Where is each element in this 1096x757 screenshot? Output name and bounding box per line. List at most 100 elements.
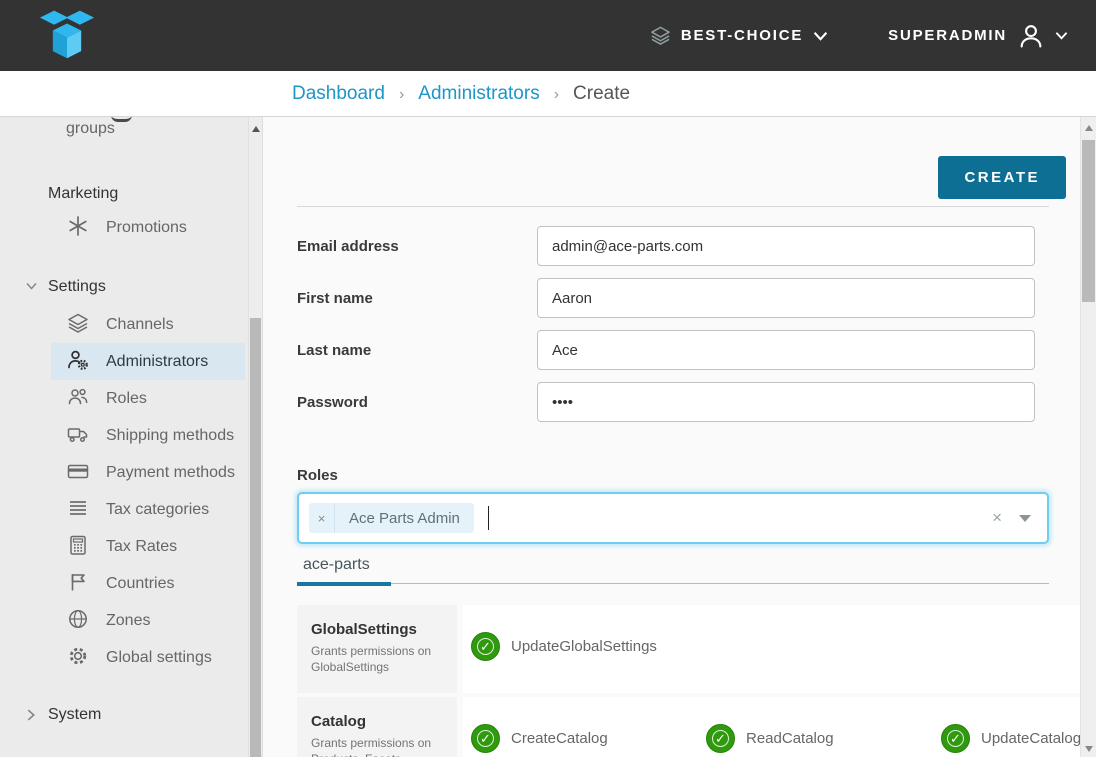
user-menu[interactable]: SUPERADMIN	[888, 22, 1068, 50]
main-scrollbar-thumb[interactable]	[1082, 140, 1095, 302]
permission-granted-toggle[interactable]: ✓	[471, 632, 500, 661]
sidebar-item-countries[interactable]: Countries	[51, 565, 245, 602]
roles-label: Roles	[297, 467, 1080, 484]
sidebar-item-promotions[interactable]: Promotions	[51, 209, 245, 246]
layers-icon	[66, 311, 90, 335]
credit-card-icon	[66, 459, 90, 483]
sidebar-scrollbar-thumb[interactable]	[250, 318, 261, 757]
sidebar-section-system[interactable]: System	[0, 702, 248, 728]
truck-icon	[66, 422, 90, 446]
sidebar-item-global-settings[interactable]: Global settings	[51, 639, 245, 676]
permission-group-name: Catalog	[311, 713, 447, 730]
sidebar-item-zones[interactable]: Zones	[51, 602, 245, 639]
permission-item: ✓ CreateCatalog	[471, 724, 706, 753]
breadcrumb-administrators[interactable]: Administrators	[418, 83, 539, 105]
sidebar-item-label: Administrators	[106, 353, 208, 370]
password-label: Password	[297, 394, 537, 411]
select-controls: ×	[992, 508, 1031, 528]
users-icon	[66, 385, 90, 409]
channel-label: BEST-CHOICE	[681, 27, 803, 44]
create-button[interactable]: CREATE	[938, 156, 1066, 199]
scroll-down-icon[interactable]	[1085, 746, 1093, 752]
permissions-table: GlobalSettings Grants permissions on Glo…	[297, 605, 1080, 757]
table-row: GlobalSettings Grants permissions on Glo…	[297, 605, 1080, 693]
user-gear-icon	[66, 348, 90, 372]
scroll-up-icon[interactable]	[1085, 125, 1093, 131]
breadcrumb-separator: ›	[399, 84, 404, 104]
main-scrollbar[interactable]	[1080, 117, 1096, 757]
sidebar-section-settings[interactable]: Settings	[0, 274, 248, 300]
list-icon	[66, 496, 90, 520]
sidebar-item-label: Channels	[106, 316, 174, 333]
permission-label: UpdateGlobalSettings	[511, 638, 657, 655]
sidebar-section-label: System	[48, 706, 101, 723]
admin-app: BEST-CHOICE SUPERADMIN Dashb	[0, 0, 1096, 757]
sidebar-item-roles[interactable]: Roles	[51, 380, 245, 417]
permission-granted-toggle[interactable]: ✓	[706, 724, 735, 753]
roles-select[interactable]: × Ace Parts Admin ×	[297, 492, 1049, 544]
check-icon: ✓	[715, 732, 726, 745]
globe-icon	[66, 607, 90, 631]
password-input[interactable]	[537, 382, 1035, 422]
sidebar-section-marketing[interactable]: Marketing	[0, 181, 248, 207]
breadcrumb: Dashboard › Administrators › Create	[0, 71, 1096, 117]
channel-tabs: ace-parts	[297, 556, 1049, 584]
form-row-email: Email address	[297, 226, 1080, 266]
asterisk-icon	[66, 214, 90, 238]
permission-group-description: Grants permissions on GlobalSettings	[311, 643, 447, 675]
sidebar-item-label: Countries	[106, 575, 174, 592]
permission-granted-toggle[interactable]: ✓	[471, 724, 500, 753]
sidebar-item-shipping-methods[interactable]: Shipping methods	[51, 417, 245, 454]
sidebar-item-tax-rates[interactable]: Tax Rates	[51, 528, 245, 565]
sidebar-item-label: Zones	[106, 612, 150, 629]
permission-group-header: GlobalSettings Grants permissions on Glo…	[297, 605, 457, 693]
permission-group-description: Grants permissions on Products, Facets	[311, 735, 447, 757]
chevron-down-icon	[813, 31, 828, 41]
first-name-input[interactable]	[537, 278, 1035, 318]
table-row: Catalog Grants permissions on Products, …	[297, 697, 1080, 757]
sidebar-item-payment-methods[interactable]: Payment methods	[51, 454, 245, 491]
permission-item: ✓ UpdateCatalog	[941, 724, 1080, 753]
sidebar-item-label: Payment methods	[106, 464, 235, 481]
text-caret	[488, 506, 489, 530]
check-icon: ✓	[950, 732, 961, 745]
top-bar: BEST-CHOICE SUPERADMIN	[0, 0, 1096, 71]
sidebar-item-label: Tax categories	[106, 501, 209, 518]
permission-group-header: Catalog Grants permissions on Products, …	[297, 697, 457, 757]
user-label: SUPERADMIN	[888, 27, 1007, 44]
email-input[interactable]	[537, 226, 1035, 266]
clear-icon[interactable]: ×	[992, 508, 1002, 528]
calculator-icon	[66, 533, 90, 557]
tab-ace-parts[interactable]: ace-parts	[303, 556, 370, 583]
permission-group-body: ✓ UpdateGlobalSettings	[463, 605, 1080, 693]
chevron-down-icon	[1055, 31, 1068, 40]
last-name-label: Last name	[297, 342, 537, 359]
sidebar-scrollbar[interactable]	[248, 117, 262, 757]
gear-icon	[66, 644, 90, 668]
top-bar-right: BEST-CHOICE SUPERADMIN	[650, 22, 1068, 50]
chevron-right-icon	[26, 709, 36, 721]
sidebar-item-tax-categories[interactable]: Tax categories	[51, 491, 245, 528]
last-name-input[interactable]	[537, 330, 1035, 370]
sidebar-item-label: Shipping methods	[106, 427, 234, 444]
channel-switcher[interactable]: BEST-CHOICE	[650, 25, 828, 46]
check-icon: ✓	[480, 640, 491, 653]
divider	[297, 206, 1049, 207]
flag-icon	[66, 570, 90, 594]
permission-label: ReadCatalog	[746, 730, 834, 747]
tab-baseline	[297, 583, 1049, 584]
permission-item: ✓ ReadCatalog	[706, 724, 941, 753]
sidebar-item-label: Global settings	[106, 649, 212, 666]
email-label: Email address	[297, 238, 537, 255]
sidebar-item-channels[interactable]: Channels	[51, 306, 245, 343]
breadcrumb-dashboard[interactable]: Dashboard	[292, 83, 385, 105]
sidebar-item-administrators[interactable]: Administrators	[51, 343, 245, 380]
chip-remove-icon[interactable]: ×	[309, 503, 335, 533]
chevron-down-icon	[26, 281, 37, 291]
scroll-up-icon[interactable]	[252, 126, 260, 132]
breadcrumb-create: Create	[573, 83, 630, 105]
form-row-last-name: Last name	[297, 330, 1080, 370]
permission-granted-toggle[interactable]: ✓	[941, 724, 970, 753]
permission-group-name: GlobalSettings	[311, 621, 447, 638]
dropdown-arrow-icon[interactable]	[1019, 515, 1031, 522]
